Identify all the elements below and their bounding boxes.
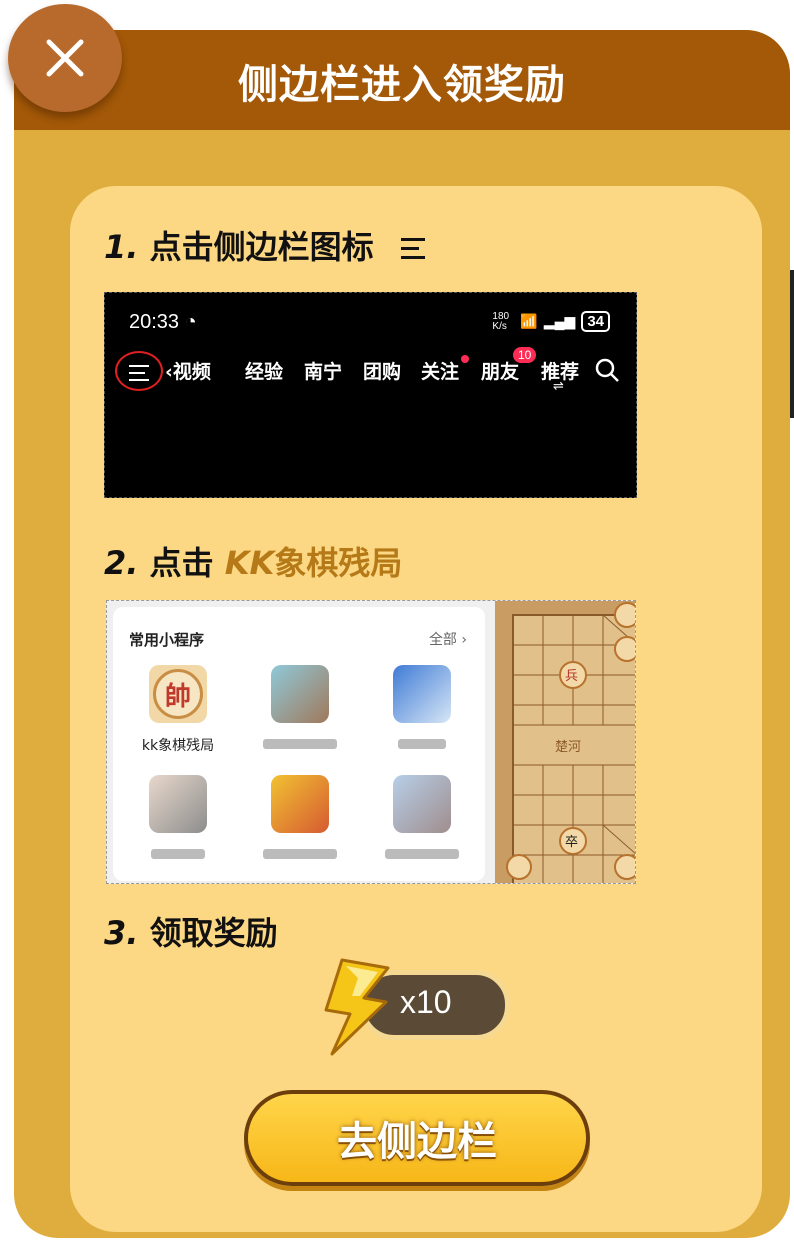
mini-program-all: 全部 › [428,632,467,648]
blurred-label [385,849,459,859]
step-2-title: 2. 点击 KK象棋残局 [104,538,402,584]
step-2-number: 2. [104,544,139,582]
network-speed: 180 K/s [492,310,510,332]
reward-dialog: 侧边栏进入领奖励 1. 点击侧边栏图标 20:33 ◔ 180 K/s 📶 ▂▄… [14,30,790,1238]
blurred-app-icon [393,775,451,833]
app-blurred [367,775,477,859]
app-label: kk象棋残局 [141,738,215,754]
svg-text:卒: 卒 [565,835,578,850]
app-blurred [245,665,355,749]
lightning-bolt-icon [324,958,390,1056]
go-to-sidebar-button[interactable]: 去侧边栏 [244,1090,590,1186]
chess-board-graphic: 楚河 兵 卒 [495,601,635,883]
reward-count: x10 [400,984,452,1020]
blurred-label [398,739,446,749]
app-navbar: ‹视频 经验 南宁 团购 关注 朋友 10 推荐 ⇌ [115,347,626,394]
step-2-text: 点击 [149,544,225,582]
nav-item-groupbuy: 团购 [363,361,402,383]
app-blurred [123,775,233,859]
friends-badge: 10 [513,347,537,363]
dialog-title: 侧边栏进入领奖励 [238,62,566,108]
mini-program-screenshot: 常用小程序 全部 › 帥 kk象棋残局 楚河 兵 卒 [106,600,636,884]
step-1-title: 1. 点击侧边栏图标 [104,222,429,268]
chess-app-icon: 帥 [149,665,207,723]
nav-item-nanning: 南宁 [304,361,343,383]
step-3-number: 3. [104,914,139,952]
app-screenshot-topbar: 20:33 ◔ 180 K/s 📶 ▂▄▆ 34 ‹视频 经验 南宁 团购 关注 [104,292,637,498]
step-1-number: 1. [104,228,139,266]
reward-display: x10 [314,958,514,1058]
close-icon [46,39,84,77]
nav-item-follow: 关注 [421,361,460,383]
blurred-label [151,849,205,859]
nav-item-video: ‹视频 [165,361,211,383]
signal-icon: ▂▄▆ [543,313,576,329]
blurred-label [263,739,337,749]
blurred-app-icon [271,665,329,723]
battery-indicator: 34 [581,311,610,332]
blurred-app-icon [271,775,329,833]
blurred-app-icon [149,775,207,833]
swap-icon: ⇌ [553,379,564,394]
app-blurred [367,665,477,749]
chess-board-preview: 楚河 兵 卒 [495,601,635,883]
dialog-header: 侧边栏进入领奖励 [14,30,790,130]
close-button[interactable] [8,4,122,112]
mini-program-card: 常用小程序 全部 › 帥 kk象棋残局 [113,607,485,881]
step-1-text: 点击侧边栏图标 [149,228,374,266]
nav-item-friends: 朋友 [481,361,520,383]
blurred-app-icon [393,665,451,723]
status-time: 20:33 ◔ [129,311,197,333]
mini-program-title: 常用小程序 [129,631,205,649]
step-3-title: 3. 领取奖励 [104,908,278,954]
svg-text:兵: 兵 [565,669,578,684]
instructions-panel: 1. 点击侧边栏图标 20:33 ◔ 180 K/s 📶 ▂▄▆ 34 ‹视频 … [70,186,762,1232]
sidebar-menu-icon-highlighted [115,351,163,391]
app-blurred [245,775,355,859]
step-2-highlight-cjk: 象棋残局 [274,544,403,582]
sidebar-menu-icon [400,236,429,262]
blurred-label [263,849,337,859]
nav-item-experience: 经验 [245,361,284,383]
app-kk-chess: 帥 kk象棋残局 [123,665,233,754]
search-icon [594,357,620,387]
wifi-icon: 📶 [520,313,538,329]
go-to-sidebar-label: 去侧边栏 [337,1119,497,1165]
status-icons: 180 K/s 📶 ▂▄▆ 34 [492,311,610,332]
scrollbar[interactable] [790,270,794,418]
step-2-highlight-latin: KK [224,544,275,582]
svg-text:楚河: 楚河 [555,740,581,755]
follow-dot [461,355,469,363]
step-3-text: 领取奖励 [149,914,278,952]
